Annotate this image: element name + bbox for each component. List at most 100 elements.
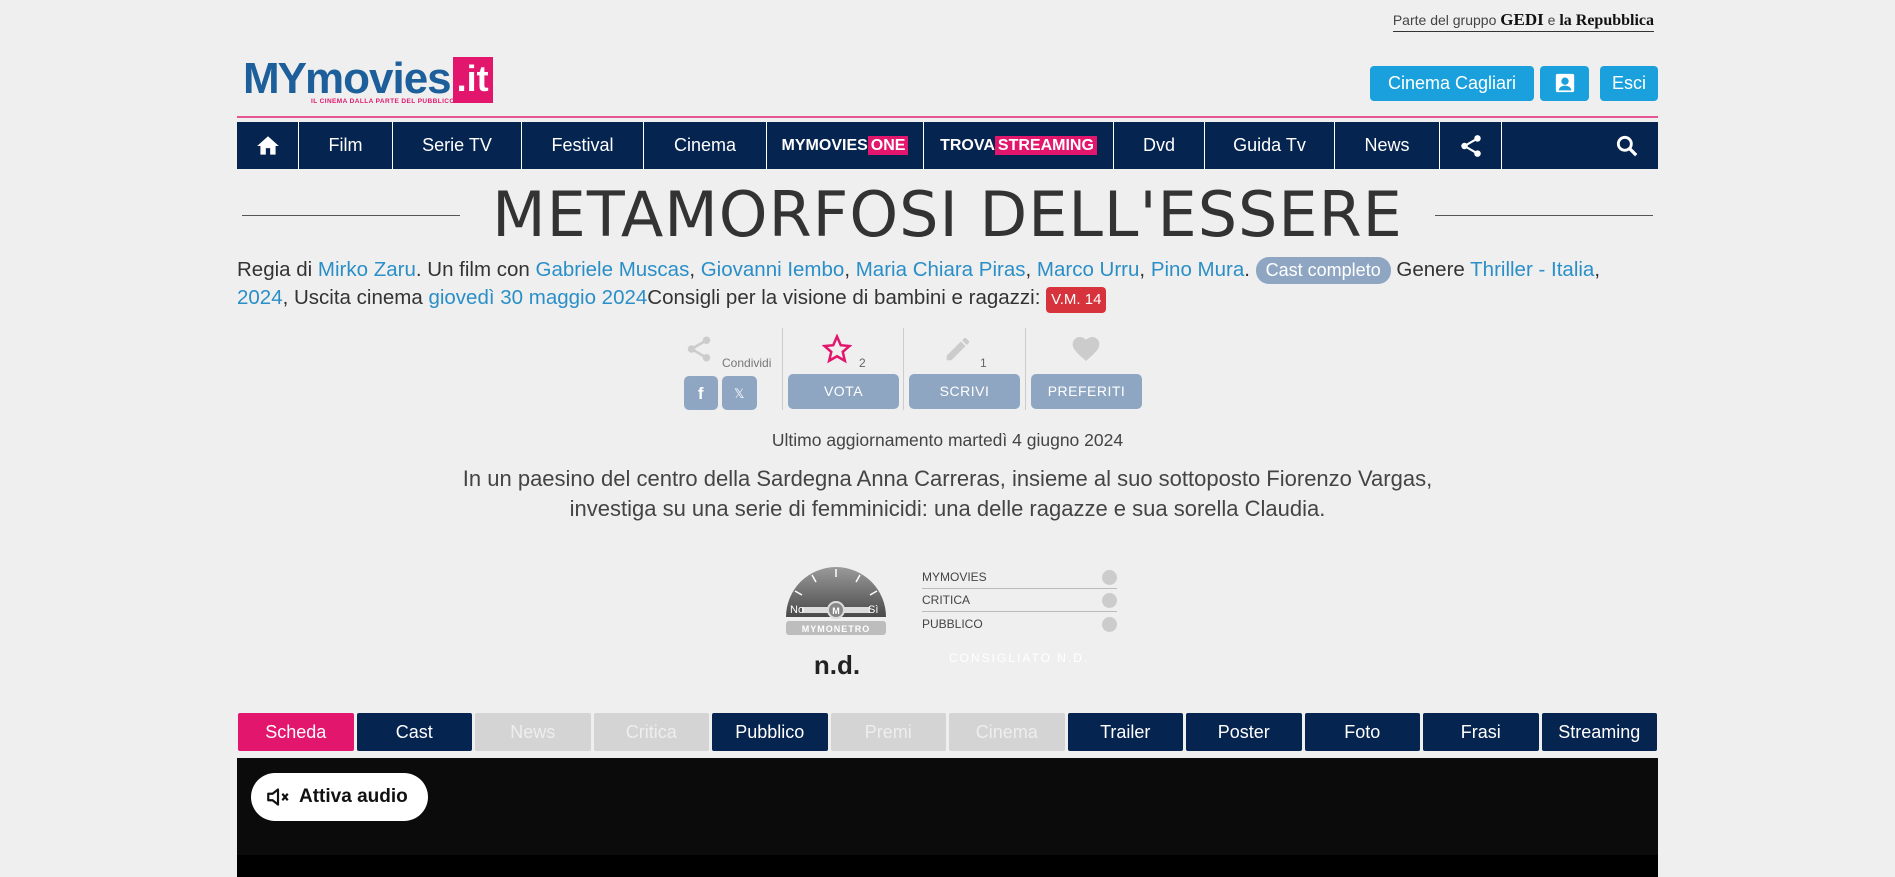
scrivi-button[interactable]: SCRIVI xyxy=(909,374,1020,409)
heart-icon xyxy=(1072,337,1100,361)
trovastreaming-b: STREAMING xyxy=(994,136,1097,155)
account-icon xyxy=(1555,73,1574,93)
player-bottom-bar xyxy=(237,855,1658,877)
meter-no-label: No xyxy=(790,604,804,616)
full-cast-button[interactable]: Cast completo xyxy=(1255,257,1391,284)
vote-count: 2 xyxy=(859,356,866,370)
meter-si-label: Sì xyxy=(868,604,878,616)
nav-item-serie-tv[interactable]: Serie TV xyxy=(393,122,522,169)
account-button[interactable] xyxy=(1540,66,1589,101)
tab-premi: Premi xyxy=(830,713,946,751)
main-nav: Film Serie TV Festival Cinema MYMOVIES ON… xyxy=(237,122,1658,169)
nav-search[interactable] xyxy=(1502,122,1658,169)
rating-row-pubblico: PUBBLICO xyxy=(922,612,1117,636)
activate-audio-button[interactable]: Attiva audio xyxy=(251,773,428,821)
nav-home[interactable] xyxy=(237,122,299,169)
facebook-share-button[interactable]: f xyxy=(684,376,718,410)
nav-item-cinema[interactable]: Cinema xyxy=(644,122,767,169)
movie-info: Regia di Mirko Zaru. Un film con Gabriel… xyxy=(237,256,1658,313)
gedi-group-banner[interactable]: Parte del gruppo GEDI e la Repubblica xyxy=(1392,10,1654,32)
director-link[interactable]: Mirko Zaru xyxy=(318,258,416,281)
tab-trailer[interactable]: Trailer xyxy=(1067,713,1183,751)
tab-cast[interactable]: Cast xyxy=(356,713,472,751)
header-divider xyxy=(237,116,1658,118)
cast-link[interactable]: Giovanni Iembo xyxy=(701,258,845,281)
plot-summary: In un paesino del centro della Sardegna … xyxy=(237,464,1658,524)
meter-score: n.d. xyxy=(813,650,861,680)
share-icon xyxy=(1460,135,1481,157)
search-icon xyxy=(1616,135,1638,157)
country-link[interactable]: Italia xyxy=(1551,258,1594,281)
page-title: METAMORFOSI DELL'ESSERE xyxy=(492,178,1403,251)
plot-line: In un paesino del centro della Sardegna … xyxy=(462,466,1433,491)
rating-dot-icon xyxy=(1102,570,1117,585)
home-icon xyxy=(256,136,279,155)
release-date-link[interactable]: giovedì 30 maggio 2024 xyxy=(428,286,647,309)
speaker-muted-icon xyxy=(267,788,289,806)
tab-cinema: Cinema xyxy=(949,713,1065,751)
consigli-label: Consigli per la visione di bambini e rag… xyxy=(647,286,1041,309)
last-updated: Ultimo aggiornamento martedì 4 giugno 20… xyxy=(771,430,1124,450)
mymonetro-gauge[interactable]: M No Sì MYMONETRO xyxy=(782,563,890,645)
mymoviesone-b: ONE xyxy=(867,136,909,155)
group-prefix: Parte del gruppo xyxy=(1392,12,1497,28)
tab-critica: Critica xyxy=(593,713,709,751)
rating-row-label: CRITICA xyxy=(922,593,970,607)
nav-item-news[interactable]: News xyxy=(1335,122,1440,169)
tab-foto[interactable]: Foto xyxy=(1304,713,1420,751)
share-label: Condividi xyxy=(722,356,772,370)
vota-button[interactable]: VOTA xyxy=(788,374,899,409)
cinema-city-button[interactable]: Cinema Cagliari xyxy=(1370,66,1534,101)
trovastreaming-a: TROVA xyxy=(940,137,995,154)
cast-link[interactable]: Gabriele Muscas xyxy=(536,258,690,281)
nav-item-guida-tv[interactable]: Guida Tv xyxy=(1205,122,1335,169)
genere-label: Genere xyxy=(1396,258,1465,281)
logo-it: .it xyxy=(452,57,493,103)
rating-dot-icon xyxy=(1102,593,1117,608)
rating-row-label: PUBBLICO xyxy=(922,617,983,631)
nav-item-dvd[interactable]: Dvd xyxy=(1114,122,1205,169)
uscita-label: , Uscita cinema xyxy=(282,286,423,309)
nav-item-film[interactable]: Film xyxy=(299,122,393,169)
exit-button[interactable]: Esci xyxy=(1600,66,1658,101)
cast-link[interactable]: Maria Chiara Piras xyxy=(856,258,1026,281)
consigliato-label: CONSIGLIATO N.D. xyxy=(949,651,1090,665)
nav-share[interactable] xyxy=(1440,122,1502,169)
section-tabs: Scheda Cast News Critica Pubblico Premi … xyxy=(238,713,1657,751)
logo-my: MY xyxy=(243,54,307,103)
nav-item-trovastreaming[interactable]: TROVA STREAMING xyxy=(924,122,1114,169)
regia-label: Regia di xyxy=(237,258,313,281)
mymonetro-brand: MYMONETRO xyxy=(802,624,871,634)
year-link[interactable]: 2024 xyxy=(237,286,283,309)
cast-link[interactable]: Pino Mura xyxy=(1151,258,1244,281)
age-rating-badge: V.M. 14 xyxy=(1046,287,1107,313)
group-and: e xyxy=(1547,12,1556,28)
nav-item-festival[interactable]: Festival xyxy=(522,122,644,169)
review-count: 1 xyxy=(980,356,987,370)
cast-link[interactable]: Marco Urru xyxy=(1037,258,1140,281)
tab-scheda[interactable]: Scheda xyxy=(238,713,354,751)
logo-movies: movies xyxy=(305,54,452,103)
tab-poster[interactable]: Poster xyxy=(1186,713,1302,751)
trailer-player[interactable]: Attiva audio xyxy=(237,758,1658,877)
action-separator xyxy=(782,328,783,410)
nav-item-mymoviesone[interactable]: MYMOVIES ONE xyxy=(767,122,924,169)
repubblica-logo: la Repubblica xyxy=(1559,12,1654,29)
mymovies-logo[interactable]: MY movies .it IL CINEMA DALLA PARTE DEL … xyxy=(243,57,493,107)
activate-audio-label: Attiva audio xyxy=(299,786,408,807)
star-icon xyxy=(822,334,852,364)
rating-row-mymovies: MYMOVIES xyxy=(922,565,1117,589)
x-share-button[interactable]: 𝕏 xyxy=(722,376,757,410)
film-con-label: . Un film con xyxy=(415,258,530,281)
preferiti-button[interactable]: PREFERITI xyxy=(1031,374,1142,409)
tab-frasi[interactable]: Frasi xyxy=(1423,713,1539,751)
pencil-icon xyxy=(946,337,970,361)
tab-streaming[interactable]: Streaming xyxy=(1541,713,1657,751)
rating-row-label: MYMOVIES xyxy=(922,570,987,584)
action-separator xyxy=(903,328,904,410)
genre-link[interactable]: Thriller xyxy=(1470,258,1533,281)
tab-pubblico[interactable]: Pubblico xyxy=(712,713,828,751)
logo-tagline: IL CINEMA DALLA PARTE DEL PUBBLICO xyxy=(311,98,455,105)
rating-row-critica: CRITICA xyxy=(922,588,1117,612)
plot-line: investiga su una serie di femminicidi: u… xyxy=(569,496,1326,521)
